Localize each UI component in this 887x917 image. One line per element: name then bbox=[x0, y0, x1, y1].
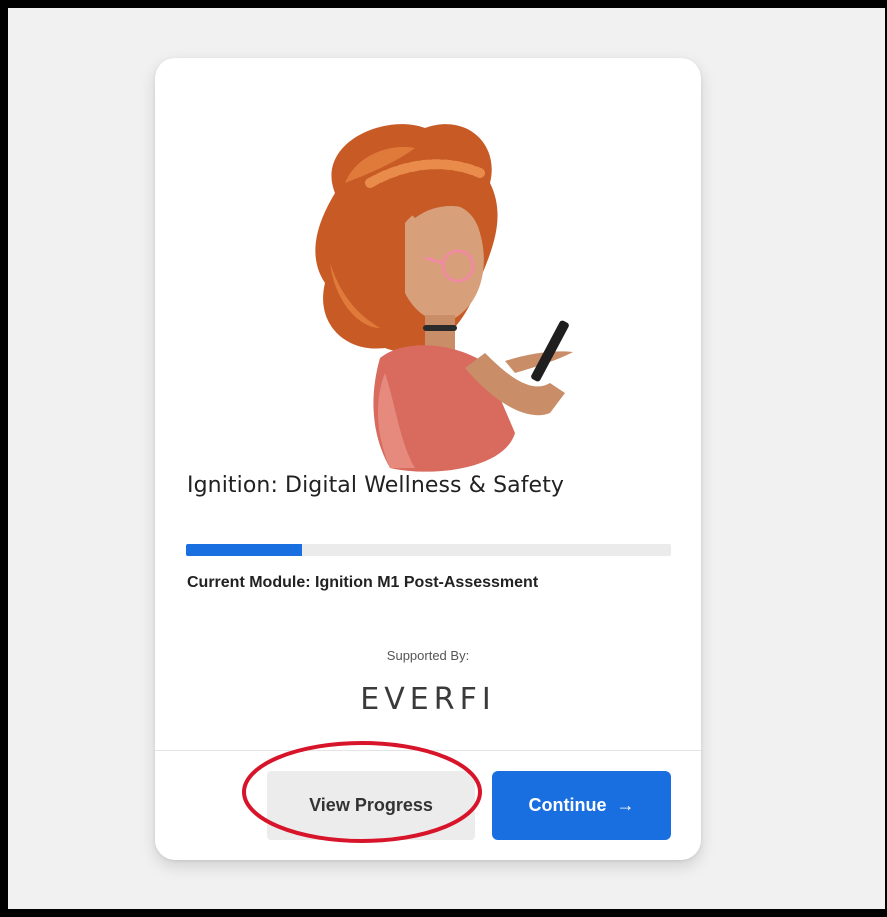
course-progress-fill bbox=[186, 544, 303, 556]
everfi-logo: EVERFI bbox=[360, 682, 496, 717]
course-card: Ignition: Digital Wellness & Safety Curr… bbox=[155, 58, 701, 860]
screen-frame: Ignition: Digital Wellness & Safety Curr… bbox=[0, 0, 887, 917]
arrow-right-icon: → bbox=[616, 795, 635, 815]
card-divider bbox=[155, 750, 701, 751]
course-progress-bar bbox=[186, 544, 671, 556]
view-progress-label: View Progress bbox=[309, 795, 433, 815]
supported-by-label: Supported By: bbox=[386, 648, 470, 663]
girl-with-phone-illustration bbox=[315, 124, 573, 472]
current-module-label: Current Module: Ignition M1 Post-Assessm… bbox=[187, 574, 539, 591]
view-progress-button[interactable]: View Progress bbox=[267, 771, 475, 840]
continue-button[interactable]: Continue → bbox=[492, 771, 671, 840]
continue-label: Continue bbox=[528, 795, 607, 815]
course-title: Ignition: Digital Wellness & Safety bbox=[187, 473, 565, 498]
